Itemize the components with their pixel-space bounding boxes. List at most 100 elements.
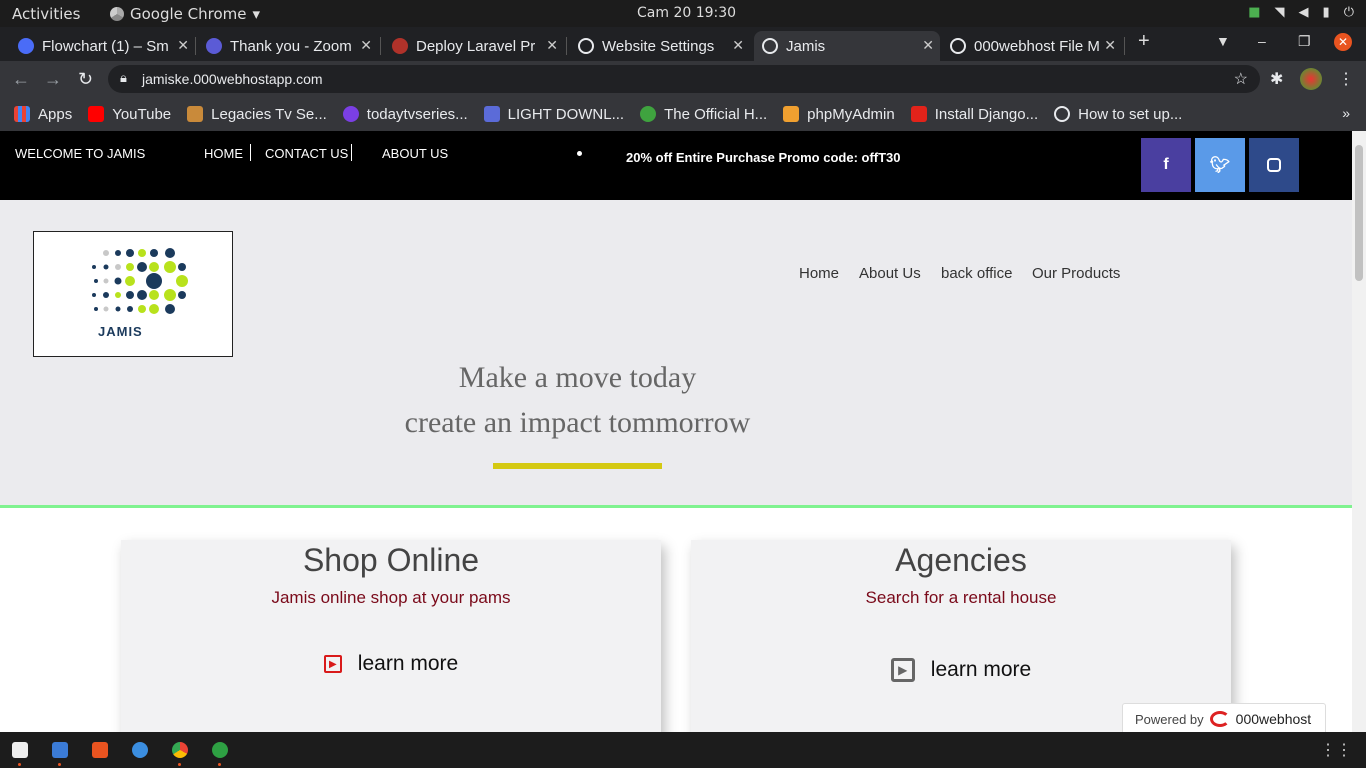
maximize-icon[interactable]: ❐ xyxy=(1298,33,1311,50)
bookmark-apps[interactable]: Apps xyxy=(14,106,72,123)
globe-icon xyxy=(950,38,966,54)
clock[interactable]: Cam 20 19:30 xyxy=(637,5,736,21)
close-window-icon[interactable]: ✕ xyxy=(1334,33,1352,51)
close-tab-icon[interactable]: ✕ xyxy=(360,37,372,54)
tab-jamis[interactable]: Jamis ✕ xyxy=(754,31,940,61)
forward-icon[interactable]: → xyxy=(44,69,62,90)
globe-icon xyxy=(762,38,778,54)
bookmark-phpmyadmin[interactable]: phpMyAdmin xyxy=(783,106,895,123)
learn-more-link[interactable]: ▶ learn more xyxy=(691,658,1231,682)
tab-search-icon[interactable]: ▼ xyxy=(1216,33,1230,49)
close-tab-icon[interactable]: ✕ xyxy=(1104,37,1116,54)
learn-more-label: learn more xyxy=(930,658,1032,681)
card-title: Shop Online xyxy=(302,542,480,578)
card-subtitle: Jamis online shop at your pams xyxy=(271,588,511,607)
promo-bullet xyxy=(577,151,582,156)
system-tray[interactable]: ■ ◥ ◀ ▮ ⏻ xyxy=(1248,5,1354,20)
power-menu-icon: ⏻ xyxy=(1343,5,1354,20)
promo-text: 20% off Entire Purchase Promo code: offT… xyxy=(626,150,901,165)
apps-grid-icon xyxy=(14,106,30,122)
bookmark-todaytvseries[interactable]: todaytvseries... xyxy=(342,105,468,123)
powered-by-badge[interactable]: Powered by 000webhost xyxy=(1122,703,1326,732)
bookmark-light-download[interactable]: LIGHT DOWNL... xyxy=(483,105,625,123)
url-field[interactable]: 🔒︎ jamiske.000webhostapp.com ☆ xyxy=(108,65,1260,93)
jamis-logo-icon xyxy=(92,248,188,314)
bookmark-label: Install Django... xyxy=(934,105,1039,123)
back-icon[interactable]: ← xyxy=(12,69,30,90)
tab-laravel[interactable]: Deploy Laravel Pr ✕ xyxy=(384,31,564,61)
bookmark-label: LIGHT DOWNL... xyxy=(507,105,625,123)
bookmark-official[interactable]: The Official H... xyxy=(640,106,767,123)
reload-icon[interactable]: ↻ xyxy=(78,69,93,90)
hero-section: JAMIS Home About Us back office Our Prod… xyxy=(0,200,1352,508)
nav-our-products[interactable]: Our Products xyxy=(1032,265,1120,282)
learn-more-link[interactable]: ▶ learn more xyxy=(121,652,661,676)
nav-about-us[interactable]: About Us xyxy=(859,265,921,282)
new-tab-button[interactable]: + xyxy=(1138,30,1150,53)
minimize-icon[interactable]: – xyxy=(1258,33,1266,49)
bookmark-how-to[interactable]: How to set up... xyxy=(1054,106,1182,123)
chrome-app-icon[interactable] xyxy=(172,742,188,758)
nav-back-office[interactable]: back office xyxy=(941,265,1012,282)
site-logo[interactable]: JAMIS xyxy=(33,231,233,357)
system-top-bar: Activities Google Chrome ▾ Cam 20 19:30 ■… xyxy=(0,0,1366,27)
twitter-icon[interactable]: 🐦︎ xyxy=(1195,138,1245,192)
tab-flowchart[interactable]: Flowchart (1) – Sm ✕ xyxy=(10,31,195,61)
play-icon: ▶ xyxy=(323,655,342,673)
more-bookmarks-icon[interactable]: » xyxy=(1342,105,1350,121)
avatar[interactable] xyxy=(1300,68,1322,90)
scrollbar-thumb[interactable] xyxy=(1355,145,1363,281)
close-tab-icon[interactable]: ✕ xyxy=(546,37,558,54)
menu-kebab-icon[interactable]: ⋮ xyxy=(1338,69,1354,89)
shield-icon: ■ xyxy=(1248,5,1261,20)
top-link-about[interactable]: ABOUT US xyxy=(382,146,448,161)
tab-label: Deploy Laravel Pr xyxy=(416,37,536,55)
card-shop-online: Shop Online Jamis online shop at your pa… xyxy=(121,540,661,732)
tab-label: Website Settings xyxy=(602,37,715,55)
address-bar-row: ← → ↻ 🔒︎ jamiske.000webhostapp.com ☆ ✱ ⋮ xyxy=(0,61,1366,97)
bookmark-label: todaytvseries... xyxy=(366,105,468,123)
tab-label: Jamis xyxy=(786,37,826,55)
bookmark-django[interactable]: Install Django... xyxy=(910,105,1039,123)
tab-label: 000webhost File M xyxy=(974,37,1100,55)
zoom-app-icon[interactable] xyxy=(132,742,148,758)
activities-button[interactable]: Activities xyxy=(12,5,80,23)
close-tab-icon[interactable]: ✕ xyxy=(922,37,934,54)
logo-text: JAMIS xyxy=(98,324,143,339)
terminal-app-icon[interactable] xyxy=(212,742,228,758)
app-menu[interactable]: Google Chrome ▾ xyxy=(110,5,260,23)
tab-label: Thank you - Zoom xyxy=(230,37,352,55)
close-tab-icon[interactable]: ✕ xyxy=(732,37,744,54)
tab-000webhost[interactable]: 000webhost File M ✕ xyxy=(942,31,1122,61)
tab-website-settings[interactable]: Website Settings ✕ xyxy=(570,31,750,61)
facebook-icon[interactable]: f xyxy=(1141,138,1191,192)
top-header-bar: WELCOME TO JAMIS HOME CONTACT US ABOUT U… xyxy=(0,131,1352,200)
files-icon[interactable] xyxy=(12,742,28,758)
play-icon: ▶ xyxy=(890,658,915,682)
volume-icon: ◀ xyxy=(1298,5,1309,20)
instagram-icon[interactable] xyxy=(1249,138,1299,192)
battery-icon: ▮ xyxy=(1322,5,1330,20)
tagline-line-1: Make a move today xyxy=(458,361,697,394)
top-link-home[interactable]: HOME xyxy=(204,146,243,161)
bookmark-label: phpMyAdmin xyxy=(807,105,895,123)
top-link-contact[interactable]: CONTACT US xyxy=(265,146,348,161)
show-apps-grid-icon[interactable]: ⋮⋮ xyxy=(1320,740,1352,760)
close-tab-icon[interactable]: ✕ xyxy=(177,37,189,54)
bookmark-star-icon[interactable]: ☆ xyxy=(1234,69,1248,89)
tab-label: Flowchart (1) – Sm xyxy=(42,37,169,55)
tab-strip: Flowchart (1) – Sm ✕ Thank you - Zoom ✕ De… xyxy=(0,27,1366,61)
legacies-icon xyxy=(187,106,204,122)
bookmark-youtube[interactable]: YouTube xyxy=(88,106,171,123)
youtube-icon xyxy=(88,106,105,122)
tagline-underline xyxy=(493,463,662,469)
extensions-icon[interactable]: ✱ xyxy=(1270,69,1283,89)
page-scrollbar[interactable] xyxy=(1352,131,1366,732)
learn-more-label: learn more xyxy=(357,652,459,675)
text-editor-icon[interactable] xyxy=(52,742,68,758)
tab-zoom[interactable]: Thank you - Zoom ✕ xyxy=(198,31,378,61)
bookmark-legacies[interactable]: Legacies Tv Se... xyxy=(187,106,327,123)
software-center-icon[interactable] xyxy=(92,742,108,758)
nav-home[interactable]: Home xyxy=(799,265,839,282)
phpmyadmin-icon xyxy=(783,106,800,122)
